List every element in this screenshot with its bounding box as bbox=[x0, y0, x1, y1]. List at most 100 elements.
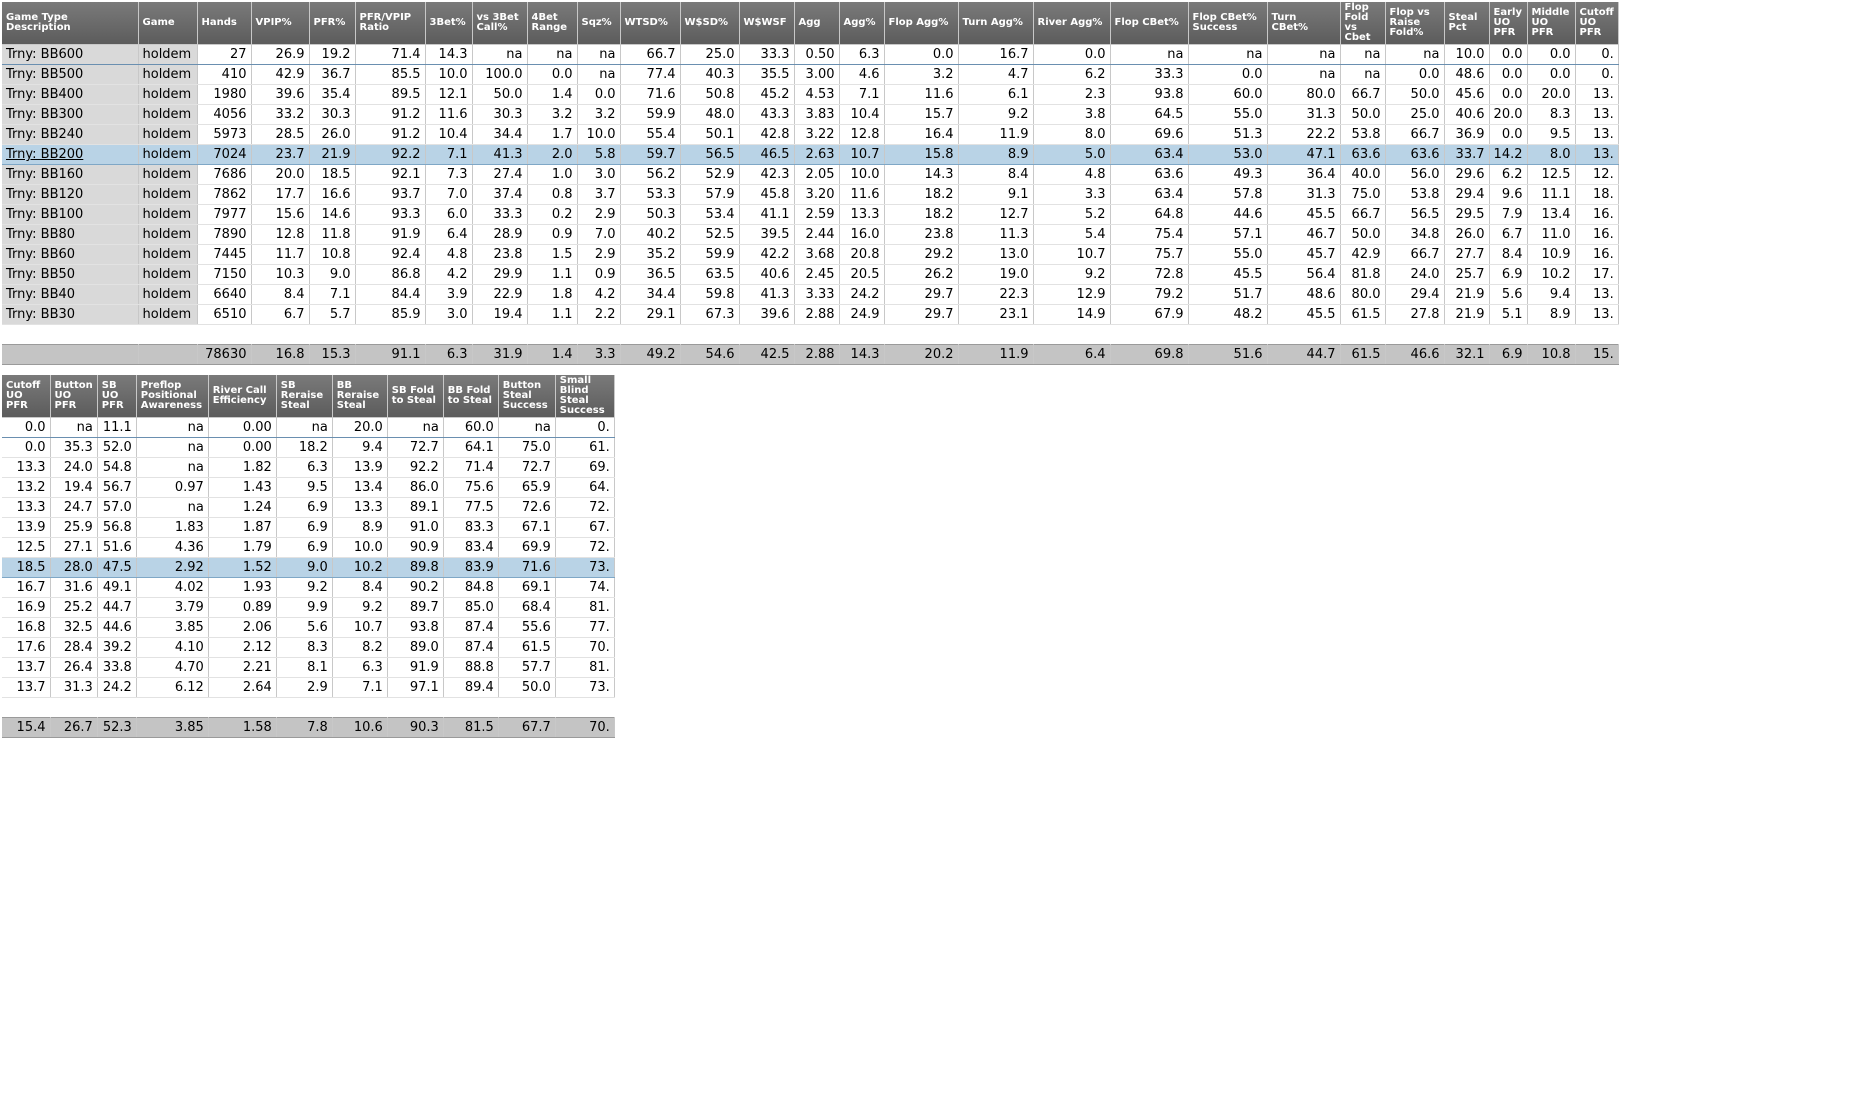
column-header-sb-uo-pfr[interactable]: SB UO PFR bbox=[97, 375, 137, 418]
column-header-early-uo-pfr[interactable]: Early UO PFR bbox=[1489, 2, 1528, 45]
column-header-game-type-description[interactable]: Game Type Description bbox=[2, 2, 139, 45]
cell-3bet: 7.3 bbox=[425, 164, 473, 185]
column-header-w-sd[interactable]: W$SD% bbox=[680, 2, 740, 45]
total-pfr: 15.3 bbox=[309, 344, 356, 365]
table-row[interactable]: 16.9 25.2 44.7 3.79 0.89 9.9 9.2 89.7 85.0 68.4 81… bbox=[2, 597, 615, 618]
table-row[interactable]: 16.8 32.5 44.6 3.85 2.06 5.6 10.7 93.8 87.4 55.6 7… bbox=[2, 617, 615, 638]
cell-3bet: 14.3 bbox=[425, 44, 473, 65]
cell-game: holdem bbox=[138, 304, 198, 325]
cell-bb-reraise-steal: 9.4 bbox=[332, 437, 388, 458]
cell-button-steal-success: 61.5 bbox=[498, 637, 556, 658]
column-header-steal-pct[interactable]: Steal Pct bbox=[1444, 2, 1490, 45]
table-row[interactable]: 0.0 35.3 52.0 na 0.00 18.2 9.4 72.7 64.1 75.0 61. bbox=[2, 437, 615, 458]
cell-small-blind-steal-success: 69. bbox=[555, 457, 615, 478]
table-row[interactable]: Trny: BB300 holdem 4056 33.2 30.3 91.2 11.6 30.… bbox=[2, 104, 1619, 125]
table-row[interactable]: Trny: BB160 holdem 7686 20.0 18.5 92.1 7.3 27.4… bbox=[2, 164, 1619, 185]
cell-small-blind-steal-success: 72. bbox=[555, 537, 615, 558]
cell-preflop-positional-awareness: 1.83 bbox=[136, 517, 209, 538]
cell-4bet-range: 0.9 bbox=[527, 224, 578, 245]
cell-vpip: 6.7 bbox=[251, 304, 310, 325]
column-header-sb-reraise-steal[interactable]: SB Reraise Steal bbox=[276, 375, 333, 418]
table-row[interactable]: Trny: BB50 holdem 7150 10.3 9.0 86.8 4.2 29.9 1.… bbox=[2, 264, 1619, 285]
cell-small-blind-steal-success: 61. bbox=[555, 437, 615, 458]
column-header-cutoff-uo-pfr[interactable]: Cutoff UO PFR bbox=[2, 375, 51, 418]
cell-river-call-efficiency: 0.89 bbox=[208, 597, 277, 618]
table-row[interactable]: 13.7 26.4 33.8 4.70 2.21 8.1 6.3 91.9 88.8 57.7 81… bbox=[2, 657, 615, 678]
table-row[interactable]: Trny: BB120 holdem 7862 17.7 16.6 93.7 7.0 37.4… bbox=[2, 184, 1619, 205]
column-header-flop-agg[interactable]: Flop Agg% bbox=[884, 2, 959, 45]
column-header-flop-fold-vs-cbet[interactable]: Flop Fold vs Cbet bbox=[1340, 2, 1386, 45]
column-header-w-wsf[interactable]: W$WSF bbox=[739, 2, 795, 45]
table-row[interactable]: 13.3 24.0 54.8 na 1.82 6.3 13.9 92.2 71.4 72.7 69. bbox=[2, 457, 615, 478]
column-header-sb-fold-to-steal[interactable]: SB Fold to Steal bbox=[387, 375, 444, 418]
column-header-button-uo-pfr[interactable]: Button UO PFR bbox=[50, 375, 98, 418]
table-row[interactable]: 13.3 24.7 57.0 na 1.24 6.9 13.3 89.1 77.5 72.6 72. bbox=[2, 497, 615, 518]
cell-agg: 3.33 bbox=[794, 284, 840, 305]
table-row[interactable]: Trny: BB100 holdem 7977 15.6 14.6 93.3 6.0 33.3… bbox=[2, 204, 1619, 225]
column-header-flop-vs-raise-fold[interactable]: Flop vs Raise Fold% bbox=[1385, 2, 1445, 45]
cell-turn-agg: 22.3 bbox=[958, 284, 1034, 305]
table-row[interactable]: Trny: BB80 holdem 7890 12.8 11.8 91.9 6.4 28.9 0… bbox=[2, 224, 1619, 245]
cell-game-type-description: Trny: BB30 bbox=[2, 304, 139, 325]
column-header-4bet-range[interactable]: 4Bet Range bbox=[527, 2, 578, 45]
column-header-hands[interactable]: Hands bbox=[197, 2, 252, 45]
table-row[interactable]: Trny: BB30 holdem 6510 6.7 5.7 85.9 3.0 19.4 1.1… bbox=[2, 304, 1619, 325]
table-row[interactable]: Trny: BB600 holdem 27 26.9 19.2 71.4 14.3 na na n… bbox=[2, 44, 1619, 65]
column-header-bb-reraise-steal[interactable]: BB Reraise Steal bbox=[332, 375, 388, 418]
cell-bb-reraise-steal: 10.7 bbox=[332, 617, 388, 638]
cell-flop-fold-vs-cbet: 50.0 bbox=[1340, 104, 1386, 125]
column-header-agg[interactable]: Agg% bbox=[839, 2, 885, 45]
cell-sb-reraise-steal: 9.2 bbox=[276, 577, 333, 598]
column-header-agg[interactable]: Agg bbox=[794, 2, 840, 45]
column-header-flop-cbet[interactable]: Flop CBet% bbox=[1110, 2, 1189, 45]
cell-turn-cbet: na bbox=[1267, 64, 1341, 85]
column-header-turn-agg[interactable]: Turn Agg% bbox=[958, 2, 1034, 45]
table-row[interactable]: Trny: BB400 holdem 1980 39.6 35.4 89.5 12.1 50.… bbox=[2, 84, 1619, 105]
cell-bb-fold-to-steal: 75.6 bbox=[443, 477, 499, 498]
column-header-wtsd[interactable]: WTSD% bbox=[620, 2, 681, 45]
cell-sb-fold-to-steal: 91.0 bbox=[387, 517, 444, 538]
column-header-cutoff-uo-pfr[interactable]: Cutoff UO PFR bbox=[1575, 2, 1619, 45]
column-header-button-steal-success[interactable]: Button Steal Success bbox=[498, 375, 556, 418]
cell-wtsd: 56.2 bbox=[620, 164, 681, 185]
cell-agg: 10.0 bbox=[839, 164, 885, 185]
cell-bb-reraise-steal: 7.1 bbox=[332, 677, 388, 698]
column-header-vs-3bet-call[interactable]: vs 3Bet Call% bbox=[472, 2, 528, 45]
cell-bb-reraise-steal: 8.2 bbox=[332, 637, 388, 658]
column-header-river-agg[interactable]: River Agg% bbox=[1033, 2, 1111, 45]
table-row[interactable]: 13.2 19.4 56.7 0.97 1.43 9.5 13.4 86.0 75.6 65.9 6… bbox=[2, 477, 615, 498]
column-header-turn-cbet[interactable]: Turn CBet% bbox=[1267, 2, 1341, 45]
cell-bb-reraise-steal: 9.2 bbox=[332, 597, 388, 618]
table-row[interactable]: 13.9 25.9 56.8 1.83 1.87 6.9 8.9 91.0 83.3 67.1 67… bbox=[2, 517, 615, 538]
column-header-sqz[interactable]: Sqz% bbox=[577, 2, 621, 45]
table-row[interactable]: 12.5 27.1 51.6 4.36 1.79 6.9 10.0 90.9 83.4 69.9 7… bbox=[2, 537, 615, 558]
column-header-flop-cbet-success[interactable]: Flop CBet% Success bbox=[1188, 2, 1268, 45]
column-header-small-blind-steal-success[interactable]: Small Blind Steal Success bbox=[555, 375, 615, 418]
column-header-river-call-efficiency[interactable]: River Call Efficiency bbox=[208, 375, 277, 418]
cell-sb-fold-to-steal: 92.2 bbox=[387, 457, 444, 478]
table-row[interactable]: Trny: BB200 holdem 7024 23.7 21.9 92.2 7.1 41.3… bbox=[2, 144, 1619, 165]
cell-flop-cbet-success: 48.2 bbox=[1188, 304, 1268, 325]
table-row[interactable]: Trny: BB40 holdem 6640 8.4 7.1 84.4 3.9 22.9 1.8… bbox=[2, 284, 1619, 305]
table-row[interactable]: 18.5 28.0 47.5 2.92 1.52 9.0 10.2 89.8 83.9 71.6 7… bbox=[2, 557, 615, 578]
table-row[interactable]: 16.7 31.6 49.1 4.02 1.93 9.2 8.4 90.2 84.8 69.1 74… bbox=[2, 577, 615, 598]
table-row[interactable]: Trny: BB60 holdem 7445 11.7 10.8 92.4 4.8 23.8 1… bbox=[2, 244, 1619, 265]
column-header-preflop-positional-awareness[interactable]: Preflop Positional Awareness bbox=[136, 375, 209, 418]
column-header-pfr[interactable]: PFR% bbox=[309, 2, 356, 45]
cell-3bet: 6.4 bbox=[425, 224, 473, 245]
table-row[interactable]: 17.6 28.4 39.2 4.10 2.12 8.3 8.2 89.0 87.4 61.5 70… bbox=[2, 637, 615, 658]
cell-flop-fold-vs-cbet: na bbox=[1340, 44, 1386, 65]
column-header-bb-fold-to-steal[interactable]: BB Fold to Steal bbox=[443, 375, 499, 418]
table-row[interactable]: 13.7 31.3 24.2 6.12 2.64 2.9 7.1 97.1 89.4 50.0 73… bbox=[2, 677, 615, 698]
table-row[interactable]: Trny: BB240 holdem 5973 28.5 26.0 91.2 10.4 34.… bbox=[2, 124, 1619, 145]
column-header-game[interactable]: Game bbox=[138, 2, 198, 45]
column-header-3bet[interactable]: 3Bet% bbox=[425, 2, 473, 45]
column-header-vpip[interactable]: VPIP% bbox=[251, 2, 310, 45]
cell-sb-uo-pfr: 44.6 bbox=[97, 617, 137, 638]
cell-early-uo-pfr: 6.9 bbox=[1489, 264, 1528, 285]
cell-preflop-positional-awareness: 4.10 bbox=[136, 637, 209, 658]
column-header-middle-uo-pfr[interactable]: Middle UO PFR bbox=[1527, 2, 1576, 45]
table-row[interactable]: Trny: BB500 holdem 410 42.9 36.7 85.5 10.0 100.… bbox=[2, 64, 1619, 85]
table-row[interactable]: 0.0 na 11.1 na 0.00 na 20.0 na 60.0 na 0. bbox=[2, 417, 615, 438]
column-header-pfr-vpip-ratio[interactable]: PFR/VPIP Ratio bbox=[355, 2, 426, 45]
